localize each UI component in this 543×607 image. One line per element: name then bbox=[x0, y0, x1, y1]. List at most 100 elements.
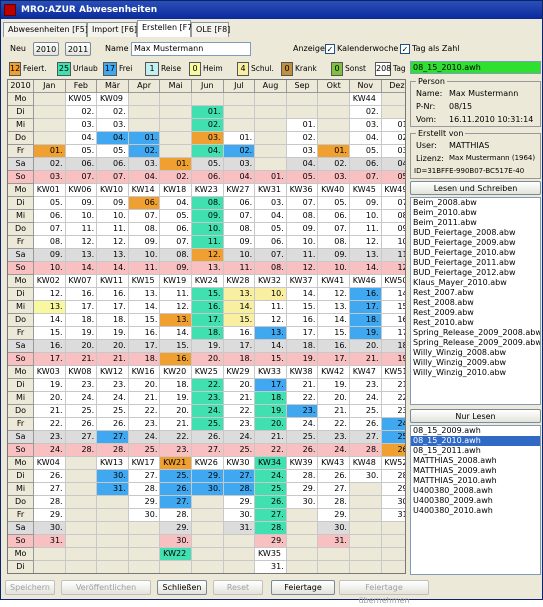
day-cell[interactable]: KW34 bbox=[255, 457, 287, 470]
day-cell[interactable]: 17. bbox=[381, 327, 405, 340]
day-cell[interactable]: 07. bbox=[160, 236, 192, 249]
day-cell[interactable]: 11. bbox=[128, 262, 161, 275]
day-cell[interactable]: 26. bbox=[160, 483, 192, 496]
day-cell[interactable]: 14. bbox=[381, 288, 405, 301]
day-cell[interactable]: 21. bbox=[160, 418, 192, 431]
day-cell[interactable]: 07. bbox=[97, 171, 129, 184]
day-cell[interactable] bbox=[65, 548, 98, 561]
day-cell[interactable]: 16. bbox=[192, 301, 224, 314]
day-cell[interactable] bbox=[223, 548, 256, 561]
day-cell[interactable]: 09. bbox=[381, 223, 405, 236]
day-cell[interactable]: 06. bbox=[192, 171, 224, 184]
day-cell[interactable]: 15. bbox=[34, 327, 66, 340]
day-cell[interactable]: 19. bbox=[34, 379, 66, 392]
day-cell[interactable]: KW29 bbox=[223, 366, 256, 379]
day-cell[interactable]: 20. bbox=[128, 379, 161, 392]
day-cell[interactable]: 30. bbox=[128, 509, 161, 522]
day-cell[interactable] bbox=[350, 496, 382, 509]
day-cell[interactable]: 21. bbox=[255, 431, 287, 444]
day-cell[interactable] bbox=[286, 106, 319, 119]
day-cell[interactable] bbox=[160, 561, 192, 573]
speichern-button[interactable]: Speichern bbox=[5, 580, 55, 595]
day-cell[interactable]: 21. bbox=[97, 353, 129, 366]
day-cell[interactable] bbox=[223, 119, 256, 132]
rw-file-item[interactable]: BUD_Feiertage_2010.abw bbox=[411, 248, 540, 258]
ro-file-item[interactable]: 08_15_2010.awh bbox=[411, 436, 540, 446]
day-cell[interactable]: 20. bbox=[65, 340, 98, 353]
rw-file-item[interactable]: Rest_2009.abw bbox=[411, 308, 540, 318]
day-cell[interactable]: 03. bbox=[350, 119, 382, 132]
day-cell[interactable]: KW39 bbox=[286, 457, 319, 470]
day-cell[interactable]: 18. bbox=[97, 314, 129, 327]
day-cell[interactable]: 12. bbox=[160, 301, 192, 314]
day-cell[interactable]: 09. bbox=[160, 262, 192, 275]
day-cell[interactable]: 11. bbox=[381, 249, 405, 262]
day-cell[interactable]: 03. bbox=[223, 158, 256, 171]
day-cell[interactable]: 29. bbox=[128, 496, 161, 509]
day-cell[interactable]: 05. bbox=[255, 223, 287, 236]
day-cell[interactable]: 14. bbox=[255, 340, 287, 353]
day-cell[interactable] bbox=[318, 106, 350, 119]
day-cell[interactable]: 29. bbox=[160, 522, 192, 535]
day-cell[interactable]: 14. bbox=[160, 327, 192, 340]
day-cell[interactable]: 25. bbox=[128, 444, 161, 457]
day-cell[interactable]: 19. bbox=[318, 379, 350, 392]
day-cell[interactable]: 22. bbox=[34, 418, 66, 431]
rw-file-list[interactable]: Beim_2008.abw Beim_2010.abw Beim_2011.abw B… bbox=[410, 197, 541, 405]
day-cell[interactable]: 05. bbox=[97, 145, 129, 158]
day-cell[interactable]: 03. bbox=[97, 119, 129, 132]
day-cell[interactable] bbox=[192, 561, 224, 573]
day-cell[interactable] bbox=[97, 535, 129, 548]
file-input[interactable]: 08_15_2010.awh bbox=[410, 61, 541, 74]
day-cell[interactable]: 18. bbox=[286, 340, 319, 353]
day-cell[interactable]: 28. bbox=[318, 496, 350, 509]
day-cell[interactable]: 24. bbox=[34, 444, 66, 457]
day-cell[interactable] bbox=[34, 106, 66, 119]
day-cell[interactable]: KW26 bbox=[192, 457, 224, 470]
day-cell[interactable] bbox=[381, 106, 405, 119]
day-cell[interactable]: 27. bbox=[192, 444, 224, 457]
day-cell[interactable]: 04. bbox=[381, 158, 405, 171]
day-cell[interactable]: 10. bbox=[255, 288, 287, 301]
day-cell[interactable]: 30. bbox=[223, 509, 256, 522]
day-cell[interactable]: 16. bbox=[65, 288, 98, 301]
day-cell[interactable] bbox=[160, 106, 192, 119]
day-cell[interactable]: 28. bbox=[160, 509, 192, 522]
day-cell[interactable]: 18. bbox=[192, 327, 224, 340]
day-cell[interactable] bbox=[65, 457, 98, 470]
day-cell[interactable]: 06. bbox=[350, 158, 382, 171]
day-cell[interactable]: 28. bbox=[381, 470, 405, 483]
day-cell[interactable]: 20. bbox=[255, 418, 287, 431]
day-cell[interactable]: 27. bbox=[34, 483, 66, 496]
day-cell[interactable]: 01. bbox=[160, 158, 192, 171]
day-cell[interactable] bbox=[65, 470, 98, 483]
day-cell[interactable]: 05. bbox=[34, 197, 66, 210]
day-cell[interactable]: 03. bbox=[128, 158, 161, 171]
day-cell[interactable]: 19. bbox=[160, 392, 192, 405]
day-cell[interactable]: KW19 bbox=[160, 275, 192, 288]
day-cell[interactable]: 15. bbox=[160, 340, 192, 353]
day-cell[interactable] bbox=[34, 561, 66, 573]
day-cell[interactable]: 11. bbox=[286, 249, 319, 262]
day-cell[interactable]: 23. bbox=[65, 379, 98, 392]
day-cell[interactable] bbox=[255, 93, 287, 106]
day-cell[interactable]: 31. bbox=[381, 509, 405, 522]
day-cell[interactable] bbox=[34, 93, 66, 106]
day-cell[interactable]: 18. bbox=[128, 353, 161, 366]
day-cell[interactable]: 01. bbox=[192, 106, 224, 119]
day-cell[interactable] bbox=[318, 561, 350, 573]
day-cell[interactable]: 24. bbox=[128, 431, 161, 444]
rw-file-item[interactable]: Willy_Winzig_2008.abw bbox=[411, 348, 540, 358]
day-cell[interactable]: 05. bbox=[350, 145, 382, 158]
day-cell[interactable]: 09. bbox=[350, 197, 382, 210]
day-cell[interactable]: 25. bbox=[223, 444, 256, 457]
day-cell[interactable]: 29. bbox=[255, 535, 287, 548]
day-cell[interactable]: 29. bbox=[34, 509, 66, 522]
day-cell[interactable]: 21. bbox=[128, 392, 161, 405]
day-cell[interactable]: 21. bbox=[65, 353, 98, 366]
day-cell[interactable]: 27. bbox=[223, 470, 256, 483]
day-cell[interactable]: 17. bbox=[97, 301, 129, 314]
day-cell[interactable]: 23. bbox=[223, 418, 256, 431]
day-cell[interactable]: 12. bbox=[34, 288, 66, 301]
day-cell[interactable]: 31. bbox=[255, 561, 287, 573]
